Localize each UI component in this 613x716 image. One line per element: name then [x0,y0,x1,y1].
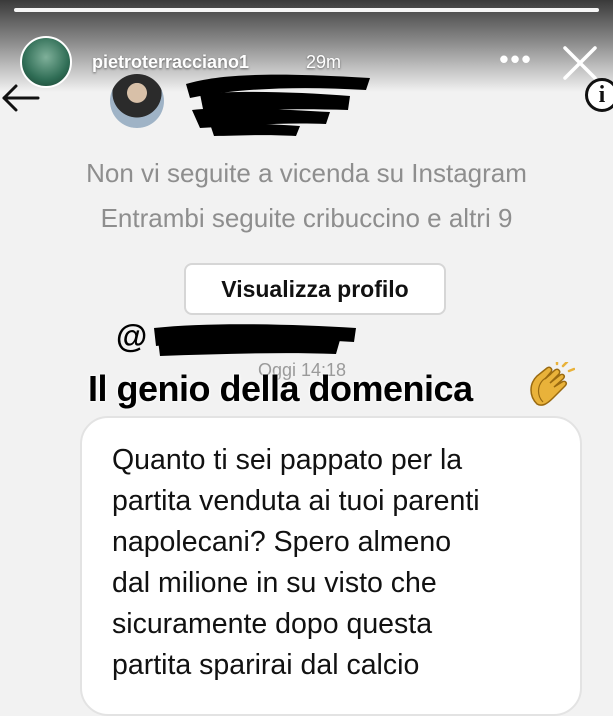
mutual-followers-text: Entrambi seguite cribuccino e altri 9 [100,203,513,233]
back-arrow-icon[interactable] [0,80,40,116]
info-icon[interactable]: i [585,78,613,112]
story-caption: Il genio della domenica [88,368,473,409]
redacted-name-scribble [186,74,370,136]
clapping-hands-icon [530,362,575,406]
story-progress-bar [14,8,599,12]
view-profile-button[interactable]: Visualizza profilo [184,263,446,315]
more-options-icon[interactable]: ••• [496,44,536,78]
mention-prefix: @ [116,318,148,354]
redacted-mention-scribble [154,324,356,356]
message-bubble[interactable]: Quanto ti sei pappato per la partita ven… [80,416,582,716]
message-text: Quanto ti sei pappato per la partita ven… [112,444,480,681]
profile-avatar[interactable] [110,74,164,128]
not-following-notice: Non vi seguite a vicenda su Instagram [86,158,527,188]
